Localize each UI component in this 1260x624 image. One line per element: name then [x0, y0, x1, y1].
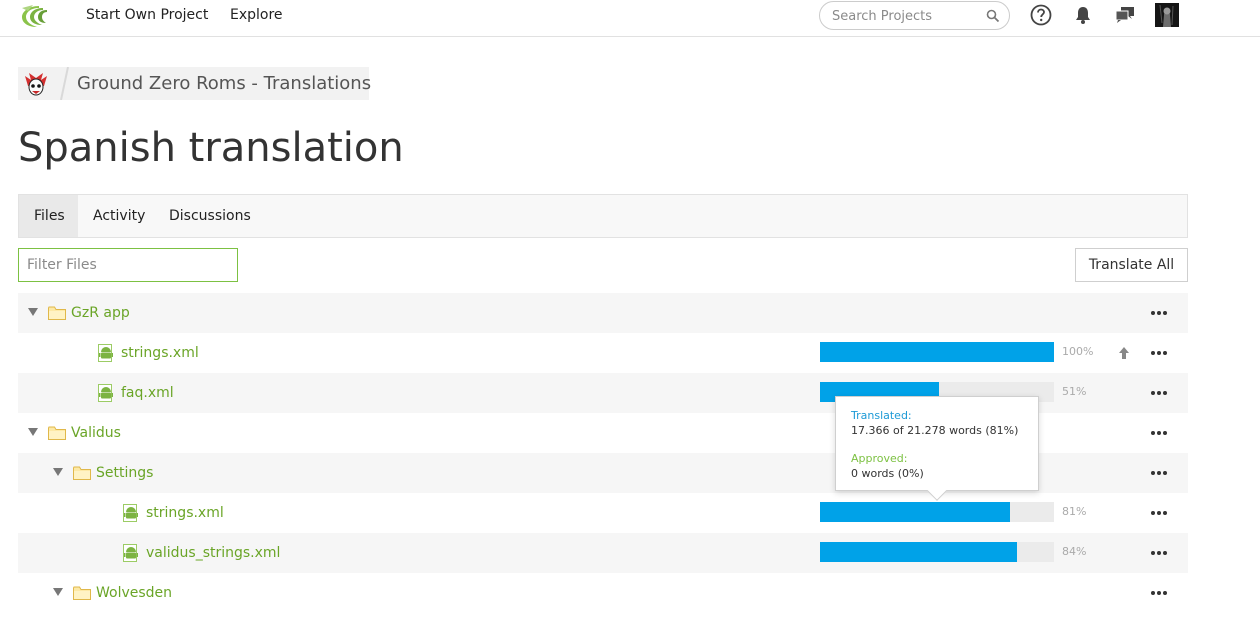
file-name[interactable]: faq.xml — [121, 384, 174, 402]
folder-icon — [48, 426, 66, 440]
expand-caret-icon[interactable] — [53, 588, 63, 596]
progress-bar[interactable] — [820, 542, 1054, 562]
progress-bar[interactable] — [820, 502, 1054, 522]
folder-name[interactable]: Settings — [96, 464, 153, 482]
android-file-icon — [123, 504, 138, 522]
progress-bar-fill — [820, 542, 1017, 562]
tab-activity[interactable]: Activity — [78, 195, 160, 237]
translate-all-button[interactable]: Translate All — [1075, 248, 1188, 282]
top-bar: Start Own Project Explore — [0, 0, 1260, 37]
tab-discussions[interactable]: Discussions — [154, 195, 266, 237]
avatar-image-icon — [1155, 3, 1179, 27]
more-options-icon[interactable] — [1149, 463, 1169, 483]
expand-caret-icon[interactable] — [28, 428, 38, 436]
folder-icon — [73, 466, 91, 480]
progress-percent: 100% — [1062, 345, 1094, 358]
expand-caret-icon[interactable] — [53, 468, 63, 476]
android-file-icon — [98, 344, 113, 362]
file-row[interactable]: validus_strings.xml 84% — [18, 533, 1188, 573]
more-options-icon[interactable] — [1149, 543, 1169, 563]
progress-bar-fill — [820, 502, 1010, 522]
tab-files[interactable]: Files — [19, 195, 78, 237]
bell-icon[interactable] — [1072, 4, 1094, 26]
filter-files-input[interactable] — [18, 248, 238, 282]
file-name[interactable]: strings.xml — [121, 344, 199, 362]
user-avatar[interactable] — [1155, 3, 1179, 27]
page-title: Spanish translation — [18, 125, 404, 171]
android-file-icon — [98, 384, 113, 402]
breadcrumb-project-link[interactable]: Ground Zero Roms - Translations — [77, 73, 371, 95]
more-options-icon[interactable] — [1149, 583, 1169, 603]
folder-row[interactable]: GzR app — [18, 293, 1188, 333]
more-options-icon[interactable] — [1149, 423, 1169, 443]
search-icon[interactable] — [986, 9, 1000, 23]
tooltip-translated-value: 17.366 of 21.278 words (81%) — [851, 424, 1019, 437]
folder-icon — [48, 306, 66, 320]
folder-icon — [73, 586, 91, 600]
tooltip-translated-label: Translated: — [851, 409, 912, 422]
progress-percent: 84% — [1062, 545, 1087, 558]
more-options-icon[interactable] — [1149, 343, 1169, 363]
file-name[interactable]: validus_strings.xml — [146, 544, 280, 562]
upload-icon[interactable] — [1117, 345, 1131, 361]
nav-start-own-project[interactable]: Start Own Project — [86, 6, 208, 24]
folder-name[interactable]: GzR app — [71, 304, 130, 322]
progress-bar[interactable] — [820, 342, 1054, 362]
file-row[interactable]: strings.xml 81% — [18, 493, 1188, 533]
folder-row[interactable]: Wolvesden — [18, 573, 1188, 613]
more-options-icon[interactable] — [1149, 383, 1169, 403]
tooltip-approved-value: 0 words (0%) — [851, 467, 924, 480]
breadcrumb-separator-icon — [60, 67, 69, 100]
nav-explore[interactable]: Explore — [230, 6, 283, 24]
folder-name[interactable]: Wolvesden — [96, 584, 172, 602]
crowdin-logo-icon[interactable] — [19, 2, 59, 30]
more-options-icon[interactable] — [1149, 503, 1169, 523]
file-row[interactable]: strings.xml 100% — [18, 333, 1188, 373]
search-input[interactable] — [832, 7, 982, 25]
search-box — [819, 1, 1010, 30]
help-icon[interactable] — [1030, 4, 1052, 26]
tooltip-approved-label: Approved: — [851, 452, 908, 465]
expand-caret-icon[interactable] — [28, 308, 38, 316]
project-logo-icon[interactable] — [22, 70, 50, 98]
chat-icon[interactable] — [1114, 4, 1136, 26]
file-name[interactable]: strings.xml — [146, 504, 224, 522]
more-options-icon[interactable] — [1149, 303, 1169, 323]
progress-percent: 81% — [1062, 505, 1087, 518]
breadcrumb: Ground Zero Roms - Translations — [18, 67, 371, 100]
tab-bar: Files Activity Discussions — [18, 194, 1188, 238]
progress-tooltip: Translated: 17.366 of 21.278 words (81%)… — [835, 396, 1039, 501]
progress-percent: 51% — [1062, 385, 1087, 398]
android-file-icon — [123, 544, 138, 562]
progress-bar-fill — [820, 342, 1054, 362]
folder-name[interactable]: Validus — [71, 424, 121, 442]
